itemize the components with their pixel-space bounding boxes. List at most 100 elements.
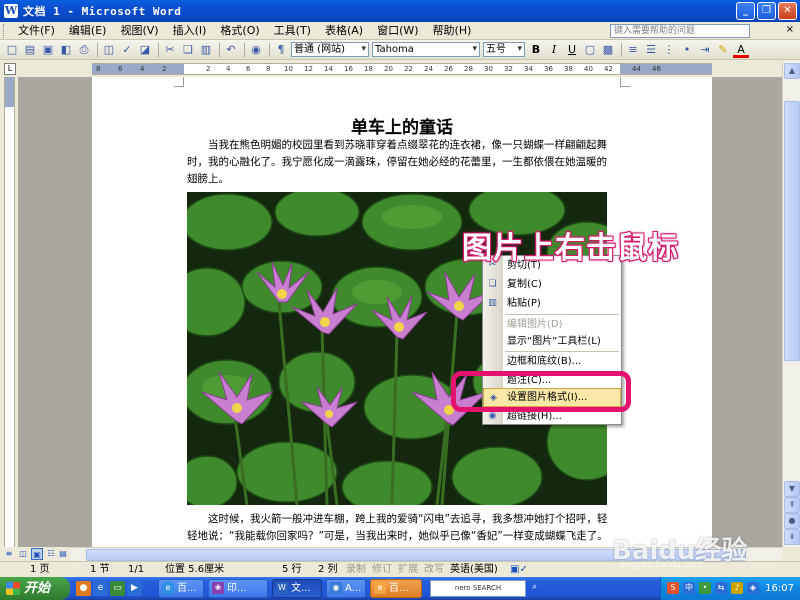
font-size-select[interactable]: 五号 (483, 42, 525, 57)
paragraph-1[interactable]: 当我在熊色明媚的校园里看到苏晓菲穿着点缀翠花的连衣裙，像一只蝴蝶一样翩翩起舞时，… (187, 137, 617, 188)
scroll-up-icon[interactable]: ▲ (784, 63, 800, 79)
spelling-icon[interactable]: ✓ (119, 42, 135, 58)
menu-item-borders-shading[interactable]: 边框和底纹(B)... (483, 352, 621, 371)
underline-button[interactable]: U (564, 42, 580, 58)
quicklaunch-show-desktop-icon[interactable]: ▭ (110, 581, 125, 596)
word-app-icon[interactable]: W (4, 4, 18, 18)
italic-button[interactable]: I (546, 42, 562, 58)
safety-icon[interactable]: ◈ (747, 582, 759, 594)
menu-help[interactable]: 帮助(H) (426, 22, 479, 40)
print-preview-icon[interactable]: ◫ (101, 42, 117, 58)
hyperlink-icon[interactable]: ◉ (248, 42, 264, 58)
font-select[interactable]: Tahoma (372, 42, 480, 57)
menu-item-paste[interactable]: ▥ 粘贴(P) (483, 294, 621, 313)
menu-item-show-picture-toolbar[interactable]: 显示“图片”工具栏(L) (483, 332, 621, 351)
quicklaunch-ie-icon[interactable]: e (93, 581, 108, 596)
styles-pane-icon[interactable]: ¶ (273, 42, 289, 58)
window-title: 文档 1 - Microsoft Word (23, 5, 182, 18)
numbering-icon[interactable]: ⋮ (661, 42, 677, 58)
task-button-print[interactable]: ❀ 印... (208, 579, 268, 598)
copy-icon[interactable]: ❏ (180, 42, 196, 58)
vertical-scroll-thumb[interactable] (784, 101, 800, 361)
font-color-button[interactable]: A (733, 42, 749, 58)
menu-format[interactable]: 格式(O) (213, 22, 266, 40)
previous-page-icon[interactable]: ⇞ (784, 497, 800, 513)
highlight-ring (451, 371, 631, 412)
web-layout-view-icon[interactable]: ◫ (17, 548, 29, 560)
quicklaunch-firefox-icon[interactable]: ● (76, 581, 91, 596)
cut-icon[interactable]: ✂ (162, 42, 178, 58)
network-icon[interactable]: ⇆ (715, 582, 727, 594)
menu-file[interactable]: 文件(F) (11, 22, 62, 40)
vertical-ruler[interactable] (0, 77, 18, 547)
new-document-icon[interactable]: □ (4, 42, 20, 58)
help-search-input[interactable]: 键入需要帮助的问题 (610, 24, 750, 38)
menu-tools[interactable]: 工具(T) (267, 22, 318, 40)
reading-layout-view-icon[interactable]: ▤ (57, 548, 69, 560)
menubar-grip[interactable] (3, 23, 7, 38)
ime-chinese-icon[interactable]: 中 (683, 582, 695, 594)
indent-icon[interactable]: ⇥ (697, 42, 713, 58)
vertical-scrollbar[interactable]: ▲ ▼ ⇞ ● ⇟ (782, 61, 800, 547)
status-overtype[interactable]: 改写 (424, 562, 444, 577)
close-button[interactable]: ✕ (778, 2, 797, 20)
task-button-word[interactable]: W 文... (272, 579, 322, 598)
search-icon[interactable]: ⌕ (532, 582, 546, 594)
document-heading[interactable]: 单车上的童话 (92, 113, 712, 138)
volume-icon[interactable]: ♪ (731, 582, 743, 594)
character-shading-icon[interactable]: ▩ (600, 42, 616, 58)
menu-window[interactable]: 窗口(W) (370, 22, 425, 40)
permission-icon[interactable]: ◧ (58, 42, 74, 58)
style-select[interactable]: 普通 (网站) (291, 42, 369, 57)
status-track-changes[interactable]: 修订 (372, 562, 392, 577)
highlight-icon[interactable]: ✎ (715, 42, 731, 58)
outline-view-icon[interactable]: ☷ (45, 548, 57, 560)
task-button-app[interactable]: ◉ A... (326, 579, 366, 598)
task-button-baidu-1[interactable]: e 百... (158, 579, 204, 598)
status-record[interactable]: 录制 (346, 562, 366, 577)
clock[interactable]: 16:07 (765, 577, 794, 600)
document-area[interactable]: 单车上的童话 当我在熊色明媚的校园里看到苏晓菲穿着点缀翠花的连衣裙，像一只蝴蝶一… (18, 77, 782, 547)
ime-punctuation-icon[interactable]: • (699, 582, 711, 594)
sogou-ime-icon[interactable]: S (667, 582, 679, 594)
quicklaunch-media-icon[interactable]: ▶ (127, 581, 142, 596)
bold-button[interactable]: B (528, 42, 544, 58)
menu-edit[interactable]: 编辑(E) (62, 22, 114, 40)
document-close-icon[interactable]: × (786, 24, 794, 35)
horizontal-ruler[interactable]: 8 6 4 2 2 4 6 8 10 12 14 16 18 20 22 24 … (92, 63, 712, 75)
status-column: 2 列 (318, 564, 338, 575)
character-border-icon[interactable]: ▢ (582, 42, 598, 58)
bullets-icon[interactable]: • (679, 42, 695, 58)
menu-item-copy[interactable]: ❏ 复制(C) (483, 275, 621, 294)
normal-view-icon[interactable]: ≡ (3, 548, 15, 560)
scroll-down-icon[interactable]: ▼ (784, 481, 800, 497)
task-label: 百... (389, 583, 409, 594)
open-icon[interactable]: ▤ (22, 42, 38, 58)
print-icon[interactable]: ⎙ (76, 42, 92, 58)
maximize-button[interactable]: ❐ (757, 2, 776, 20)
select-browse-object-icon[interactable]: ● (784, 513, 800, 529)
line-spacing-icon[interactable]: ☰ (643, 42, 659, 58)
next-page-icon[interactable]: ⇟ (784, 529, 800, 545)
menu-table[interactable]: 表格(A) (318, 22, 370, 40)
start-button[interactable]: 开始 (0, 577, 70, 600)
menu-insert[interactable]: 插入(I) (166, 22, 214, 40)
menu-view[interactable]: 视图(V) (113, 22, 165, 40)
copy-icon: ❏ (488, 279, 497, 289)
tab-selector[interactable]: L (4, 63, 16, 75)
paragraph-2[interactable]: 这时候，我火箭一般冲进车棚，跨上我的爱骑“闪电”去追寻，我多想冲她打个招呼，轻轻… (187, 511, 617, 545)
nero-search-box[interactable]: nero SEARCH (430, 580, 526, 597)
minimize-button[interactable]: _ (736, 2, 755, 20)
spelling-status-icon[interactable]: ▣✓ (510, 562, 528, 577)
align-justify-icon[interactable]: ≡ (625, 42, 641, 58)
save-icon[interactable]: ▣ (40, 42, 56, 58)
research-icon[interactable]: ◪ (137, 42, 153, 58)
task-button-baidu-2[interactable]: e 百... (370, 579, 422, 598)
ruler-left-margin (92, 64, 184, 74)
menu-item-label: 超链接(H)... (507, 411, 562, 422)
paste-icon[interactable]: ▥ (198, 42, 214, 58)
print-layout-view-icon[interactable]: ▣ (31, 548, 43, 560)
ruler-tick: 32 (504, 65, 513, 73)
undo-icon[interactable]: ↶ (223, 42, 239, 58)
status-extend[interactable]: 扩展 (398, 562, 418, 577)
